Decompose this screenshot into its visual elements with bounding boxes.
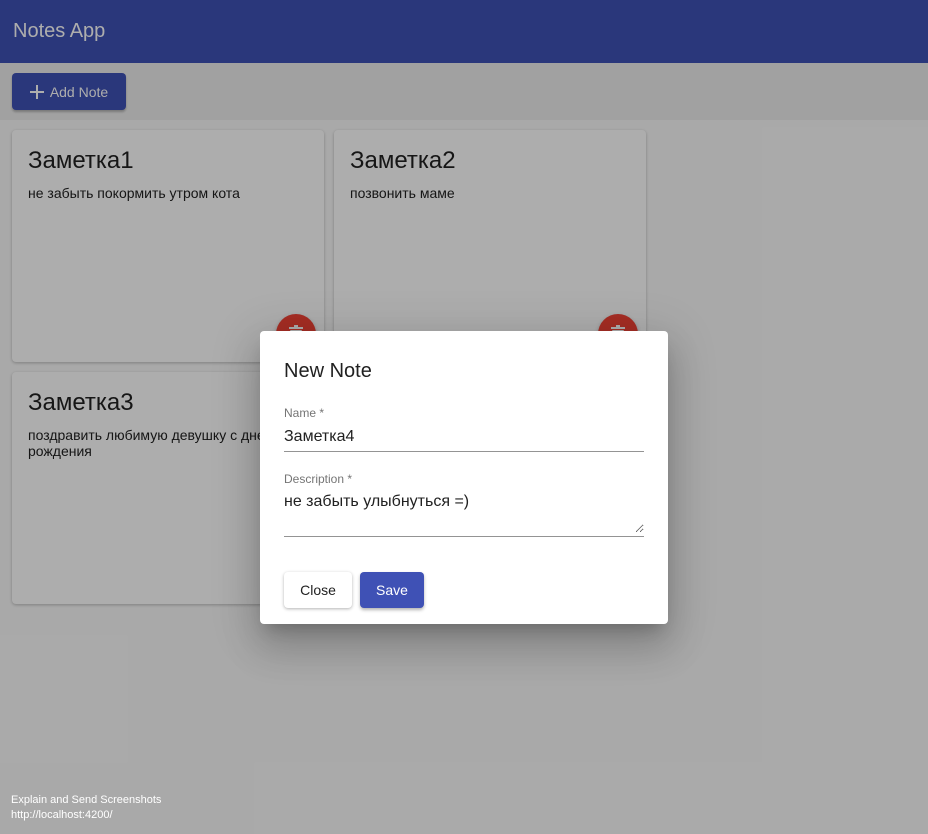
name-field: Name * [284, 406, 644, 452]
save-button[interactable]: Save [360, 572, 424, 608]
name-label: Name * [284, 406, 325, 420]
page-url: http://localhost:4200/ [11, 809, 113, 821]
description-input[interactable]: не забыть улыбнуться =) [284, 493, 644, 533]
name-input[interactable] [284, 427, 644, 447]
dialog-title: New Note [284, 360, 372, 382]
new-note-dialog: New Note Name * Description * не забыть … [260, 331, 668, 624]
name-underline [284, 451, 644, 452]
screenshot-tool-label: Explain and Send Screenshots [11, 794, 162, 806]
description-underline [284, 536, 644, 537]
description-field: Description * не забыть улыбнуться =) [284, 472, 644, 537]
close-button[interactable]: Close [284, 572, 352, 608]
description-label: Description * [284, 472, 353, 486]
